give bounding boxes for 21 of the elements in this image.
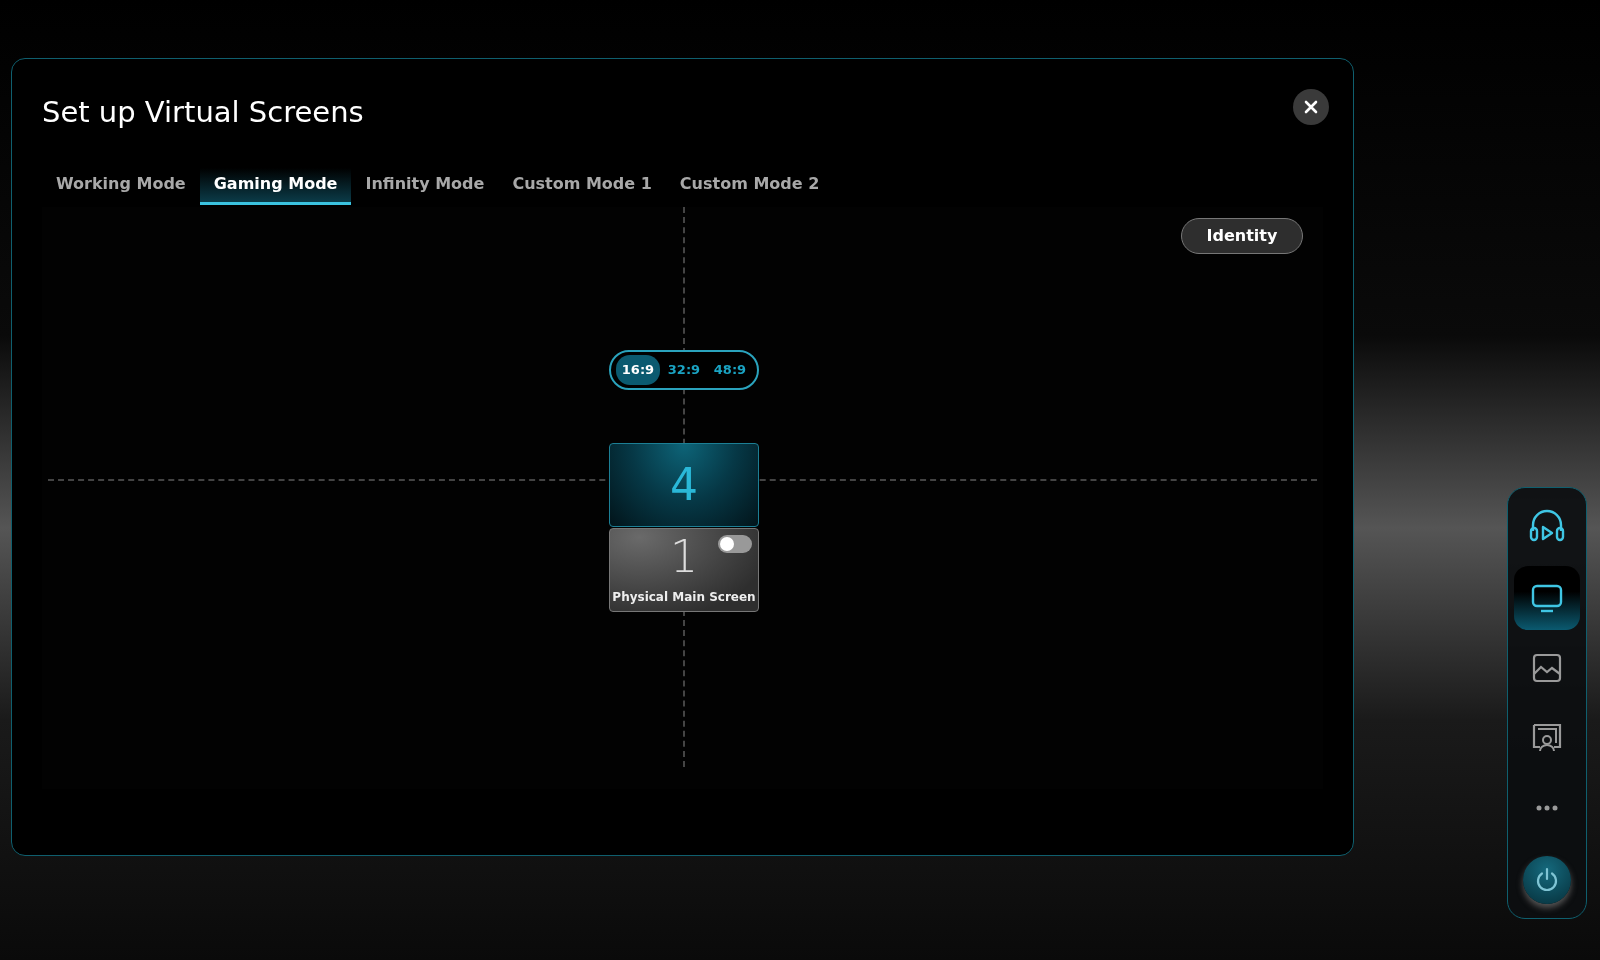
aspect-ratio-option[interactable]: 16:9	[615, 355, 661, 385]
mode-tab[interactable]: Working Mode	[42, 167, 200, 205]
more-dots-icon	[1535, 805, 1559, 811]
identity-button[interactable]: Identity	[1181, 217, 1303, 254]
close-button[interactable]	[1293, 89, 1329, 125]
power-button[interactable]	[1523, 856, 1571, 904]
close-icon	[1303, 99, 1319, 115]
mode-tab[interactable]: Gaming Mode	[199, 167, 352, 205]
dialog-title: Set up Virtual Screens	[42, 95, 364, 130]
mode-tab[interactable]: Infinity Mode	[351, 167, 499, 205]
screen-number: 4	[670, 462, 698, 507]
aspect-ratio-option[interactable]: 48:9	[707, 355, 753, 385]
toolbar-button[interactable]	[1514, 566, 1580, 630]
physical-screen-tile[interactable]: 1 Physical Main Screen	[609, 527, 759, 612]
mode-tab[interactable]: Custom Mode 1	[498, 167, 666, 205]
virtual-screen-tile[interactable]: 4	[609, 442, 759, 527]
mode-tab[interactable]: Custom Mode 2	[665, 167, 834, 205]
screen-number: 1	[670, 534, 698, 579]
screen-caption: Physical Main Screen	[611, 588, 757, 606]
aspect-ratio-option[interactable]: 32:9	[661, 355, 707, 385]
toggle-switch[interactable]	[718, 534, 752, 553]
